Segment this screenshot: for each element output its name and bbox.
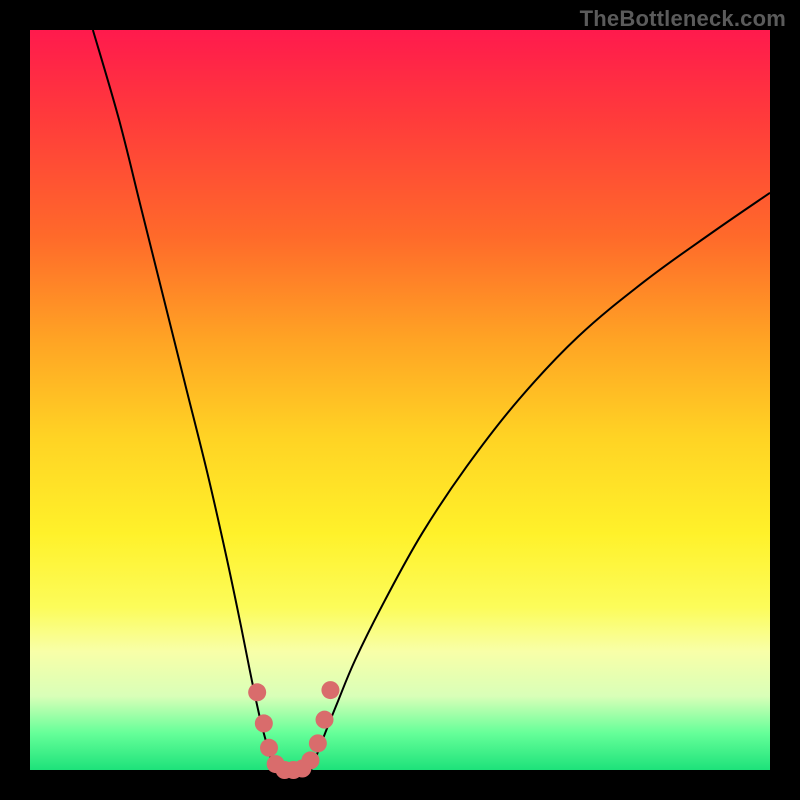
curve-left bbox=[93, 30, 274, 770]
valley-marker bbox=[316, 711, 334, 729]
valley-marker bbox=[255, 714, 273, 732]
plot-area bbox=[30, 30, 770, 770]
curve-right bbox=[311, 193, 770, 770]
valley-marker bbox=[248, 683, 266, 701]
curves-svg bbox=[30, 30, 770, 770]
watermark-text: TheBottleneck.com bbox=[580, 6, 786, 32]
valley-marker bbox=[309, 734, 327, 752]
valley-marker bbox=[260, 739, 278, 757]
chart-frame: TheBottleneck.com bbox=[0, 0, 800, 800]
valley-marker bbox=[301, 751, 319, 769]
valley-marker bbox=[321, 681, 339, 699]
